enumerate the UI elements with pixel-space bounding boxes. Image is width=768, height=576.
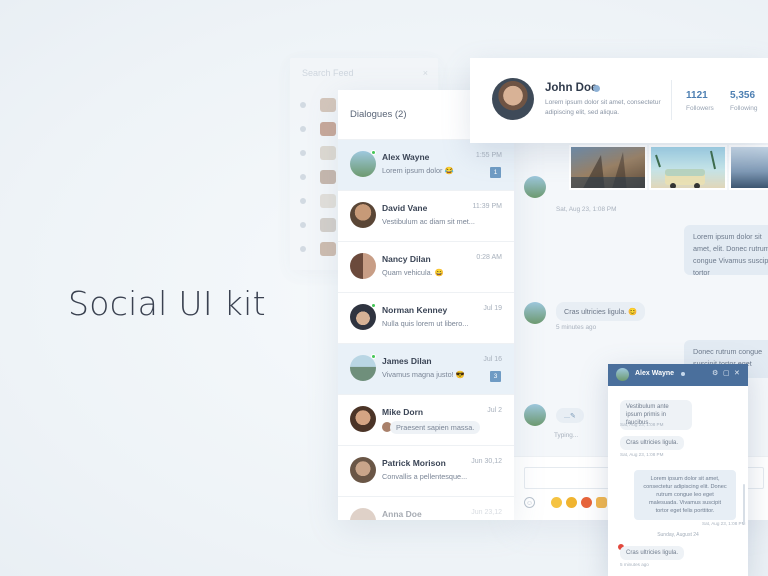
smiley-icon[interactable]: ☺ [524, 497, 535, 508]
dialogue-item[interactable]: Anna Doe Jun 23,12 [338, 497, 514, 520]
dialogue-preview: Lorem ipsum dolor 😂 [382, 166, 454, 175]
chat-popup-name: Alex Wayne [635, 370, 675, 377]
online-indicator [371, 354, 376, 359]
dialogues-panel: Dialogues (2) Alex Wayne 1:55 PM Lorem i… [338, 90, 514, 520]
wink-emoji-icon[interactable] [551, 497, 562, 508]
message-time: Sat, Aug 23, 1:08 PM [556, 206, 617, 213]
emoji-bar: ☺ [524, 497, 607, 508]
typing-indicator: ...✎ [556, 408, 585, 423]
dialogue-name: Anna Doe [382, 509, 422, 519]
close-icon[interactable]: ✕ [734, 369, 740, 377]
message-time: Sat, Aug 23, 1:08 PM [620, 452, 664, 457]
outgoing-message: Lorem ipsum dolor sit amet, consectetur … [634, 470, 736, 520]
dialogue-item[interactable]: Mike Dorn Jul 2 Praesent sapien massa. [338, 395, 514, 446]
profile-card: John Doe Lorem ipsum dolor sit amet, con… [470, 58, 768, 143]
avatar [524, 302, 546, 324]
online-indicator [371, 303, 376, 308]
status-indicator [681, 372, 685, 376]
avatar [524, 176, 546, 198]
laugh-emoji-icon[interactable] [566, 497, 577, 508]
maximize-icon[interactable]: ▢ [723, 369, 730, 377]
following-count[interactable]: 5,356 [730, 90, 755, 101]
dialogue-preview: Quam vehicula. 😄 [382, 268, 444, 277]
shared-photo[interactable] [569, 145, 647, 190]
dialogue-time: Jul 16 [483, 356, 502, 363]
dialogue-time: 1:55 PM [475, 152, 502, 159]
shared-photo[interactable] [729, 145, 768, 190]
chat-popup: Alex Wayne ⚙ ▢ ✕ Vestibulum ante ipsum p… [608, 364, 748, 576]
unread-badge: 3 [490, 371, 501, 382]
thumbs-up-icon[interactable] [596, 497, 607, 508]
incoming-message: Cras ultricies ligula. 😊 [556, 302, 646, 321]
incoming-message: Cras ultricies ligula. [620, 436, 685, 450]
dialogue-name: Mike Dorn [382, 407, 424, 417]
verified-icon [593, 85, 600, 92]
followers-count[interactable]: 1121 [686, 90, 708, 101]
dialogue-preview: Vivamus magna justo! 😎 [382, 370, 465, 379]
avatar [350, 406, 376, 432]
outgoing-message: Lorem ipsum dolor sit amet, elit. Donec … [684, 225, 768, 277]
dialogue-name: James Dilan [382, 356, 432, 366]
avatar[interactable] [492, 78, 534, 120]
scrollbar[interactable] [743, 484, 745, 524]
profile-name[interactable]: John Doe [545, 82, 597, 94]
dialogue-name: Patrick Morison [382, 458, 446, 468]
close-icon: × [422, 68, 428, 78]
dialogue-time: Jul 19 [483, 305, 502, 312]
dialogues-title: Dialogues (2) [350, 109, 407, 120]
dialogue-item[interactable]: David Vane 11:39 PM Vestibulum ac diam s… [338, 191, 514, 242]
dialogue-preview: Nulla quis lorem ut libero... [382, 319, 469, 328]
feed-search-placeholder: Search Feed [302, 68, 354, 78]
avatar [524, 404, 546, 426]
dialogue-name: Alex Wayne [382, 152, 430, 162]
chat-popup-header[interactable]: Alex Wayne ⚙ ▢ ✕ [608, 364, 748, 386]
dialogue-time: 11:39 PM [472, 203, 502, 210]
dialogue-preview: Praesent sapien massa. [390, 421, 481, 434]
shared-photo[interactable] [649, 145, 727, 190]
divider [671, 80, 672, 120]
dialogue-name: Norman Kenney [382, 305, 448, 315]
dialogue-item[interactable]: Alex Wayne 1:55 PM Lorem ipsum dolor 😂 1 [338, 140, 514, 191]
dialogue-time: Jun 23,12 [471, 509, 502, 516]
dialogue-time: Jun 30,12 [471, 458, 502, 465]
followers-label: Followers [686, 105, 714, 112]
message-time: 5 minutes ago [620, 562, 649, 567]
dialogue-name: Nancy Dilan [382, 254, 431, 264]
avatar [350, 253, 376, 279]
avatar [616, 368, 629, 381]
settings-icon[interactable]: ⚙ [712, 369, 718, 377]
profile-bio: Lorem ipsum dolor sit amet, consectetur … [545, 99, 661, 116]
dialogue-preview: Convallis a pellentesque... [382, 472, 468, 481]
message-time: Sat, Aug 23, 1:08 PM [702, 521, 746, 526]
avatar [350, 457, 376, 483]
typing-status: Typing... [554, 432, 579, 439]
page-title: Social UI kit [68, 284, 266, 323]
following-label: Following [730, 105, 758, 112]
dialogue-item[interactable]: James Dilan Jul 16 Vivamus magna justo! … [338, 344, 514, 395]
message-time: 5 minutes ago [556, 324, 597, 331]
online-indicator [371, 150, 376, 155]
incoming-message: Cras ultricies ligula. [620, 546, 685, 560]
dialogue-time: 0:28 AM [476, 254, 502, 261]
dialogue-item[interactable]: Norman Kenney Jul 19 Nulla quis lorem ut… [338, 293, 514, 344]
dialogue-name: David Vane [382, 203, 428, 213]
angry-emoji-icon[interactable] [581, 497, 592, 508]
date-separator: Sunday, August 24 [657, 532, 699, 538]
dialogue-preview: Vestibulum ac diam sit met... [382, 217, 475, 226]
avatar [350, 202, 376, 228]
avatar [350, 508, 376, 520]
dialogue-time: Jul 2 [487, 407, 502, 414]
unread-badge: 1 [490, 167, 501, 178]
dialogue-item[interactable]: Patrick Morison Jun 30,12 Convallis a pe… [338, 446, 514, 497]
dialogue-item[interactable]: Nancy Dilan 0:28 AM Quam vehicula. 😄 [338, 242, 514, 293]
message-time: Sat, Aug 23, 1:08 PM [620, 422, 664, 427]
